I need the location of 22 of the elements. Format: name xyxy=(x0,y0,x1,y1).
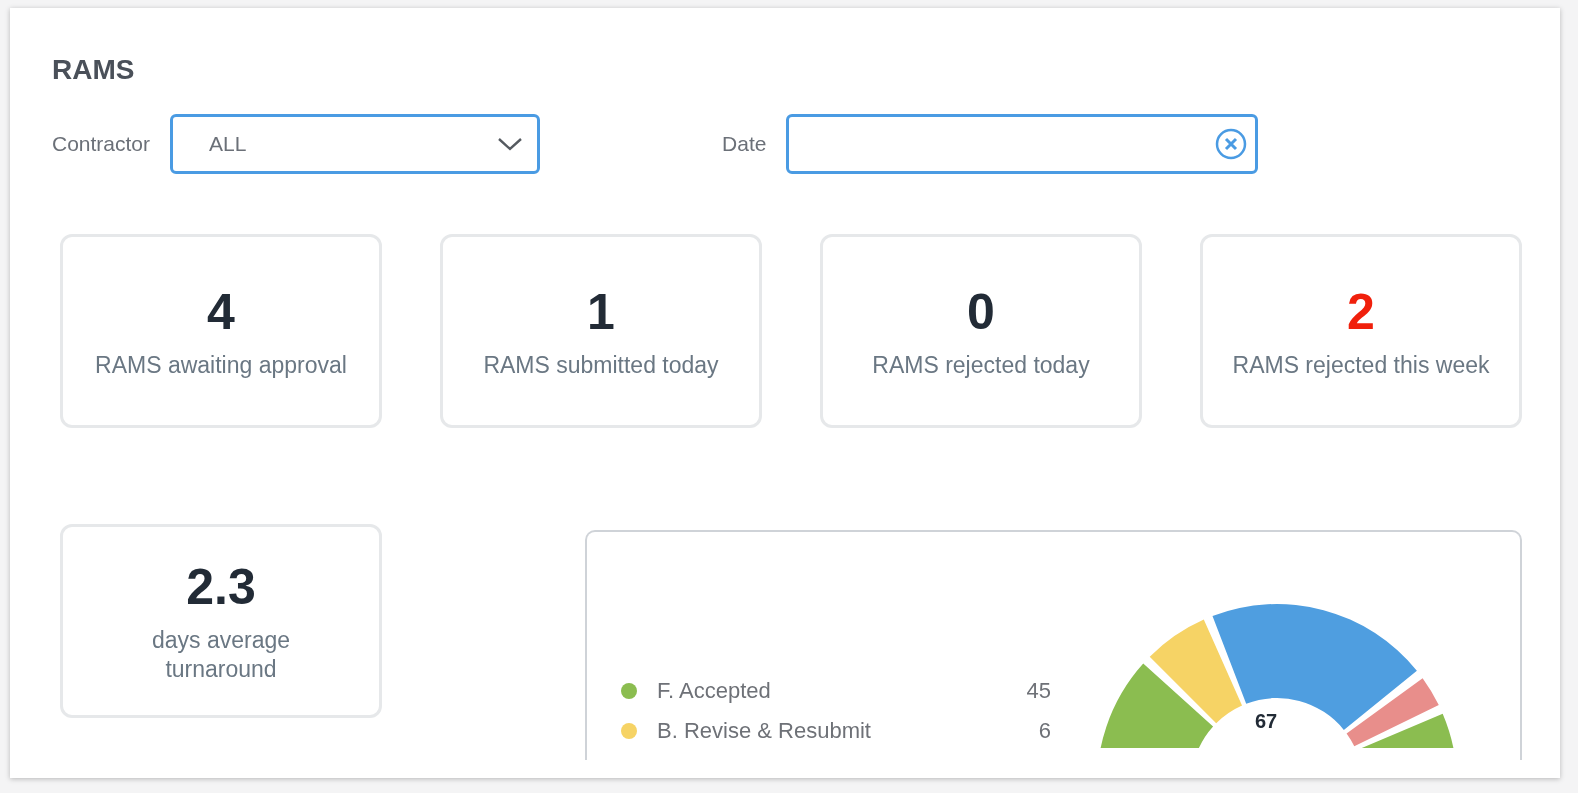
legend-label: B. Revise & Resubmit xyxy=(657,718,872,744)
date-label: Date xyxy=(722,132,767,156)
date-field[interactable] xyxy=(786,114,1259,174)
stat-value: 1 xyxy=(587,282,615,341)
contractor-label: Contractor xyxy=(52,132,151,156)
stat-label: RAMS rejected today xyxy=(872,350,1090,380)
stat-value: 4 xyxy=(207,282,235,341)
clear-icon[interactable] xyxy=(1215,128,1248,160)
stat-value: 2 xyxy=(1347,282,1375,341)
legend-label: F. Accepted xyxy=(657,678,772,704)
stat-label: RAMS awaiting approval xyxy=(95,350,347,380)
stat-label: days average turnaround xyxy=(150,626,292,684)
stat-value: 2.3 xyxy=(186,558,256,616)
legend-count: 45 xyxy=(1026,678,1051,704)
stat-label: RAMS rejected this week xyxy=(1232,350,1490,380)
stat-value: 0 xyxy=(967,282,995,341)
legend-count: 6 xyxy=(1038,718,1051,744)
page-title: RAMS xyxy=(52,54,136,86)
total-count: 67 xyxy=(1255,710,1278,733)
contractor-dropdown[interactable]: ALL xyxy=(170,114,541,174)
chevron-down-icon xyxy=(497,136,524,152)
stat-label: RAMS submitted today xyxy=(483,350,719,380)
